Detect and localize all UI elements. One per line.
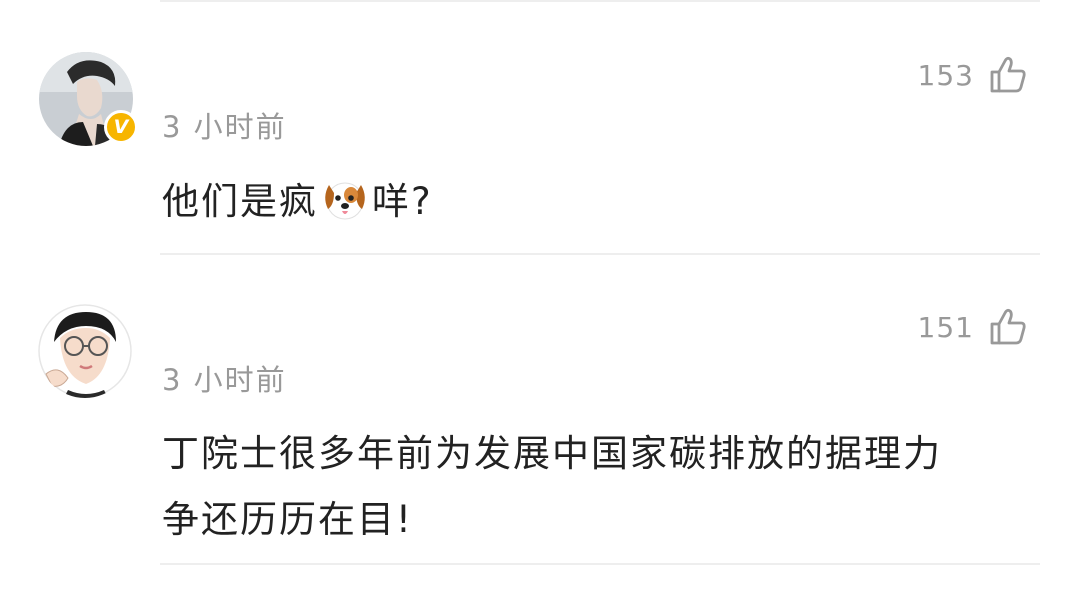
comment-text: 丁院士很多年前为发展中国家碳排放的据理力 争还历历在目!: [162, 421, 942, 553]
comment-text: 他们是疯 咩?: [162, 169, 433, 235]
comment-timestamp: 3 小时前: [162, 363, 287, 397]
comment-text-part: 咩?: [372, 180, 433, 223]
divider: [160, 563, 1040, 565]
like-count: 151: [917, 310, 974, 344]
comment-text-line: 丁院士很多年前为发展中国家碳排放的据理力: [162, 432, 942, 475]
verified-badge-icon: V: [104, 110, 138, 144]
like-button[interactable]: 151: [918, 307, 1028, 347]
thumb-up-icon: [990, 308, 1026, 345]
avatar[interactable]: [38, 304, 132, 398]
like-count: 153: [917, 58, 974, 92]
divider: [160, 253, 1040, 255]
comment-text-line: 争还历历在目!: [162, 498, 413, 541]
like-button[interactable]: 153: [918, 55, 1028, 95]
comment-text-part: 他们是疯: [162, 180, 318, 223]
dog-face-emoji-icon: [325, 182, 365, 219]
divider-top: [160, 0, 1040, 2]
thumb-up-icon: [990, 56, 1026, 93]
comment-timestamp: 3 小时前: [162, 110, 287, 144]
